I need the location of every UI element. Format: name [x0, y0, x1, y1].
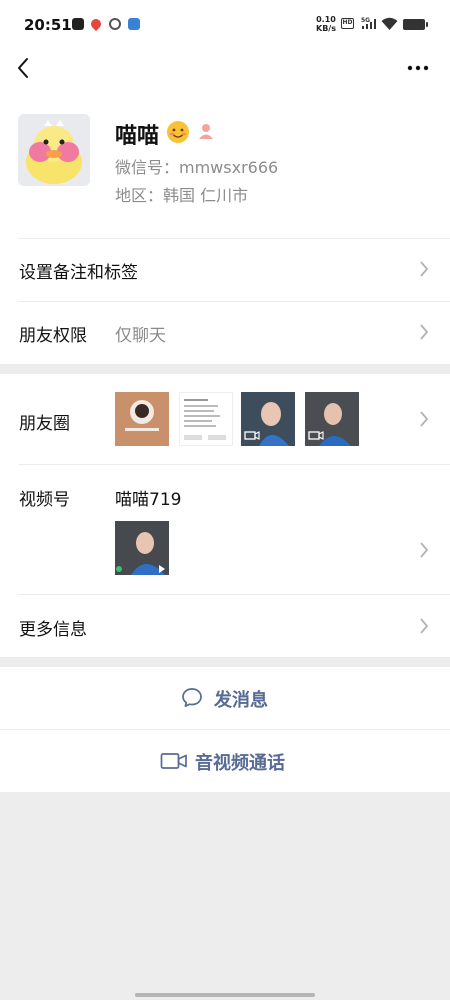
row-label: 设置备注和标签: [19, 263, 138, 283]
moments-video-thumb: [241, 392, 295, 446]
chevron-left-icon[interactable]: [10, 54, 38, 82]
video-call-button[interactable]: 音视频通话: [0, 730, 450, 792]
divider: [18, 301, 450, 302]
gender-female-icon: [199, 124, 213, 139]
status-time: 20:51: [24, 16, 72, 34]
video-camera-icon: [160, 753, 187, 769]
profile-name: 喵喵: [115, 124, 160, 149]
smile-emoji-icon: [167, 121, 189, 143]
send-message-button[interactable]: 发消息: [0, 667, 450, 729]
chevron-right-icon: [420, 618, 429, 634]
avatar[interactable]: [18, 114, 90, 186]
duck-avatar-image: [18, 114, 90, 186]
row-label: 视频号: [19, 490, 70, 510]
sync-app-icon: [109, 18, 121, 30]
hd-icon: HD: [341, 18, 354, 29]
profile-region: 地区：韩国 仁川市: [115, 186, 249, 205]
chat-bubble-icon: [182, 688, 202, 708]
moments-row[interactable]: 朋友圈: [0, 374, 450, 464]
nav-bar: [0, 48, 450, 90]
home-indicator[interactable]: [135, 993, 315, 997]
divider: [18, 238, 450, 239]
location-app-icon: [88, 16, 104, 32]
permission-value: 仅聊天: [115, 326, 166, 346]
profile-header: 喵喵 微信号：mmwsxr666 地区：韩国 仁川市: [0, 90, 450, 238]
send-message-label: 发消息: [214, 690, 268, 711]
chevron-right-icon: [420, 542, 429, 558]
divider: [18, 464, 450, 465]
chevron-right-icon: [420, 324, 429, 340]
svg-text:5G: 5G: [361, 17, 370, 24]
moments-thumb: [115, 392, 169, 446]
more-info-row[interactable]: 更多信息: [0, 594, 450, 657]
video-call-label: 音视频通话: [195, 753, 285, 774]
row-label: 朋友权限: [19, 326, 87, 346]
map-app-icon: [128, 18, 140, 30]
chevron-right-icon: [420, 261, 429, 277]
row-label: 更多信息: [19, 620, 87, 640]
channel-video-thumb: [115, 521, 169, 575]
row-label: 朋友圈: [19, 414, 70, 434]
more-dots-icon[interactable]: [402, 56, 434, 80]
moments-video-thumb: [305, 392, 359, 446]
wechat-id: 微信号：mmwsxr666: [115, 158, 279, 177]
remark-tags-row[interactable]: 设置备注和标签: [0, 238, 450, 301]
chevron-right-icon: [420, 411, 429, 427]
network-speed: 0.10 KB/s: [316, 15, 336, 33]
divider: [18, 594, 450, 595]
channel-name: 喵喵719: [115, 490, 182, 510]
moments-thumb: [179, 392, 233, 446]
wifi-icon: [381, 17, 398, 30]
signal-icon: 5G: [361, 17, 376, 29]
battery-icon: [403, 19, 428, 30]
friend-permission-row[interactable]: 朋友权限 仅聊天: [0, 301, 450, 364]
status-bar: 20:51 0.10 KB/s HD 5G: [0, 0, 450, 48]
channels-row[interactable]: 视频号 喵喵719: [0, 464, 450, 594]
notification-app-icon: [72, 18, 84, 30]
